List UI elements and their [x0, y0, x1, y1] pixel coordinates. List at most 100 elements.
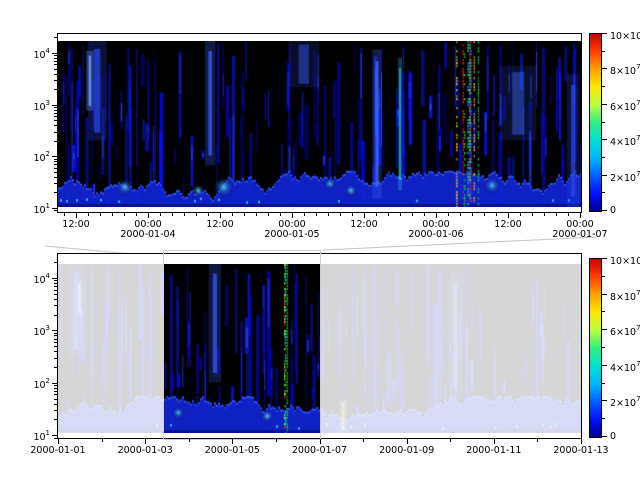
x-minor-tick	[124, 213, 125, 216]
colorbar-major-tick	[602, 139, 607, 140]
y-minor-tick	[54, 177, 57, 178]
x-minor-tick	[256, 213, 257, 216]
x-tick-label: 12:00	[62, 219, 89, 230]
x-minor-tick	[268, 213, 269, 216]
x-minor-tick	[484, 213, 485, 216]
y-minor-tick	[54, 192, 57, 193]
top-spectrogram-panel[interactable]	[57, 33, 582, 213]
y-minor-tick	[54, 116, 57, 117]
y-minor-tick	[54, 419, 57, 420]
colorbar-major-tick	[602, 68, 607, 69]
x-tick-label: 12:00	[350, 219, 377, 230]
y-minor-tick	[54, 399, 57, 400]
colorbar-major-tick	[602, 104, 607, 105]
x-minor-tick	[520, 213, 521, 216]
y-minor-tick	[54, 159, 57, 160]
colorbar-tick-label: 6×107	[610, 324, 640, 338]
y-minor-tick	[54, 262, 57, 263]
y-minor-tick	[54, 315, 57, 316]
x-minor-tick	[102, 439, 103, 442]
x-date-label: 2000-01-04	[120, 229, 175, 240]
colorbar-top	[589, 33, 602, 212]
y-minor-tick	[54, 183, 57, 184]
x-tick-label: 2000-01-01	[30, 445, 85, 456]
y-tick-label: 101	[10, 429, 50, 443]
x-minor-tick	[244, 213, 245, 216]
y-minor-tick	[54, 367, 57, 368]
colorbar-major-tick	[602, 365, 607, 366]
x-minor-tick	[136, 213, 137, 216]
x-minor-tick	[112, 213, 113, 216]
x-tick-label: 2000-01-11	[466, 445, 521, 456]
y-minor-tick	[54, 305, 57, 306]
colorbar-tick-label: 4×107	[610, 360, 640, 374]
y-major-tick	[52, 156, 57, 157]
y-minor-tick	[54, 172, 57, 173]
colorbar-tick-label: 8×107	[610, 63, 640, 77]
y-minor-tick	[54, 125, 57, 126]
top-spectrogram-canvas[interactable]	[58, 41, 581, 207]
y-minor-tick	[54, 132, 57, 133]
colorbar-major-tick	[602, 33, 607, 34]
x-minor-tick	[100, 213, 101, 216]
y-minor-tick	[54, 299, 57, 300]
x-major-tick	[407, 439, 408, 444]
x-minor-tick	[556, 213, 557, 216]
y-minor-tick	[54, 113, 57, 114]
y-minor-tick	[54, 346, 57, 347]
x-major-tick	[145, 439, 146, 444]
dim-overlay-left	[58, 254, 163, 438]
x-minor-tick	[496, 213, 497, 216]
x-major-tick	[292, 213, 293, 218]
y-minor-tick	[54, 120, 57, 121]
y-tick-label: 104	[10, 272, 50, 286]
x-tick-label: 2000-01-03	[118, 445, 173, 456]
y-minor-tick	[54, 335, 57, 336]
colorbar-tick-label: 6×107	[610, 99, 640, 113]
x-minor-tick	[160, 213, 161, 216]
x-minor-tick	[388, 213, 389, 216]
x-tick-label: 2000-01-09	[379, 445, 434, 456]
x-minor-tick	[189, 439, 190, 442]
x-minor-tick	[184, 213, 185, 216]
y-minor-tick	[54, 290, 57, 291]
x-minor-tick	[424, 213, 425, 216]
y-minor-tick	[54, 286, 57, 287]
y-tick-label: 104	[10, 47, 50, 61]
y-minor-tick	[54, 107, 57, 108]
y-minor-tick	[54, 69, 57, 70]
x-minor-tick	[450, 439, 451, 442]
x-minor-tick	[196, 213, 197, 216]
y-minor-tick	[54, 164, 57, 165]
y-minor-tick	[54, 339, 57, 340]
colorbar-minor-tick	[602, 122, 605, 123]
y-minor-tick	[54, 141, 57, 142]
colorbar-minor-tick	[602, 86, 605, 87]
colorbar-minor-tick	[602, 311, 605, 312]
x-minor-tick	[280, 213, 281, 216]
x-minor-tick	[208, 213, 209, 216]
x-tick-label: 2000-01-13	[553, 445, 608, 456]
y-tick-label: 101	[10, 202, 50, 216]
x-minor-tick	[537, 439, 538, 442]
x-minor-tick	[568, 213, 569, 216]
dim-overlay-right	[320, 254, 581, 438]
x-date-label: 2000-01-07	[552, 229, 607, 240]
selection-box[interactable]	[163, 250, 321, 440]
x-minor-tick	[532, 213, 533, 216]
y-minor-tick	[54, 351, 57, 352]
colorbar-major-tick	[602, 436, 607, 437]
x-major-tick	[581, 439, 582, 444]
y-minor-tick	[54, 61, 57, 62]
x-minor-tick	[448, 213, 449, 216]
y-minor-tick	[54, 385, 57, 386]
y-major-tick	[52, 383, 57, 384]
x-minor-tick	[328, 213, 329, 216]
x-minor-tick	[352, 213, 353, 216]
y-minor-tick	[54, 388, 57, 389]
y-minor-tick	[54, 161, 57, 162]
y-minor-tick	[54, 394, 57, 395]
colorbar-minor-tick	[602, 418, 605, 419]
x-minor-tick	[276, 439, 277, 442]
colorbar-tick-label: 10×107	[610, 28, 640, 42]
